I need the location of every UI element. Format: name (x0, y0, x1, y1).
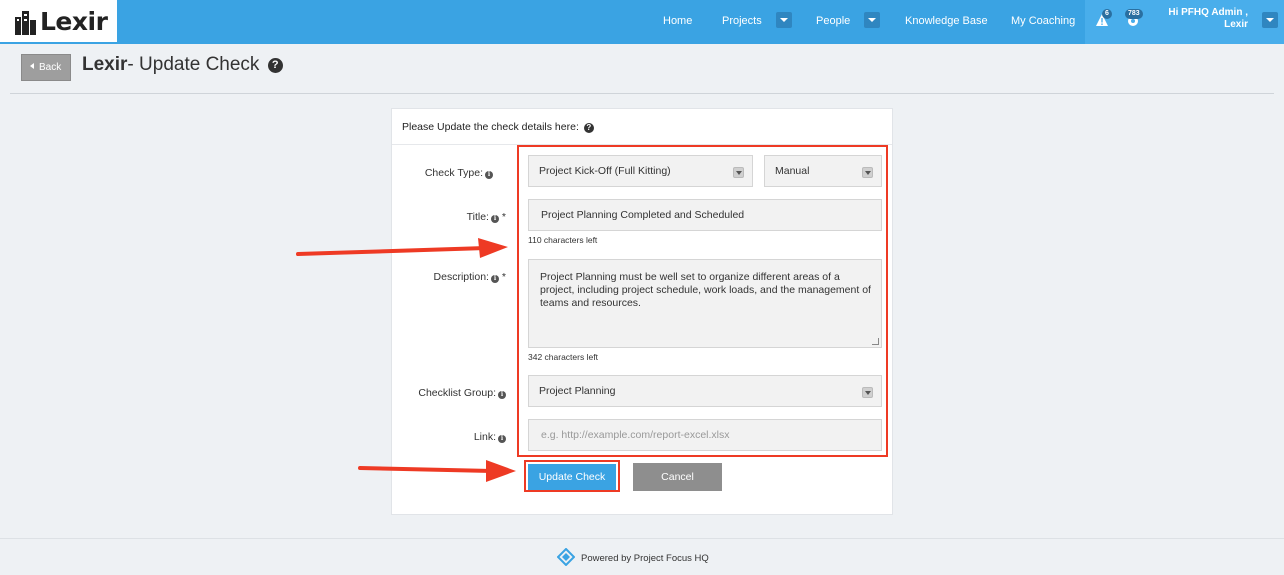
brand-name: Lexir (40, 7, 108, 36)
notifications-count-badge: 783 (1125, 9, 1143, 19)
info-icon[interactable]: i (485, 171, 493, 179)
annotation-highlight-box (517, 145, 888, 457)
help-question-icon[interactable]: ? (267, 58, 283, 73)
project-focus-logo-icon (557, 548, 575, 566)
checklist-group-label: Checklist Group: i (396, 387, 506, 399)
nav-knowledge-base[interactable]: Knowledge Base (905, 0, 988, 44)
title-label: Title: i * (466, 211, 506, 223)
alerts-count-badge: 6 (1102, 9, 1112, 19)
user-greeting-line2: Lexir (1224, 19, 1248, 30)
user-dropdown-toggle[interactable] (1262, 12, 1278, 28)
nav-people[interactable]: People (816, 0, 850, 44)
info-icon[interactable]: i (498, 391, 506, 399)
card-heading: Please Update the check details here: ? (392, 109, 892, 145)
back-button[interactable]: Back (21, 54, 71, 81)
cancel-button[interactable]: Cancel (633, 463, 722, 491)
check-type-label: Check Type: i (383, 167, 493, 179)
info-icon[interactable]: i (490, 215, 499, 223)
annotation-arrow-icon (296, 238, 508, 258)
header-divider (10, 93, 1274, 94)
heading-help-icon[interactable]: ? (583, 123, 594, 133)
info-icon[interactable]: i (490, 275, 499, 283)
user-area: 6 783 Hi PFHQ Admin , Lexir (1085, 0, 1284, 44)
info-icon[interactable]: i (498, 435, 506, 443)
annotation-button-highlight (524, 460, 620, 492)
back-arrow-icon (30, 63, 34, 69)
top-navbar: Lexir Home Projects People Knowledge Bas… (0, 0, 1284, 44)
link-label: Link: i (396, 431, 506, 443)
annotation-arrow-icon (358, 460, 516, 482)
nav-my-coaching[interactable]: My Coaching (1011, 0, 1075, 44)
projects-dropdown-toggle[interactable] (776, 12, 792, 28)
footer-divider (0, 538, 1284, 539)
people-dropdown-toggle[interactable] (864, 12, 880, 28)
page-title: Lexir- Update Check ? (82, 54, 283, 76)
footer-powered-by: Powered by Project Focus HQ (581, 553, 709, 564)
description-label: Description: i * (433, 271, 506, 283)
nav-home[interactable]: Home (663, 0, 692, 44)
brand-logo[interactable]: Lexir (0, 0, 117, 44)
building-logo-icon (15, 11, 36, 35)
user-greeting[interactable]: Hi PFHQ Admin , Lexir (1168, 7, 1248, 31)
user-greeting-line1: Hi PFHQ Admin , (1168, 7, 1248, 18)
nav-projects[interactable]: Projects (722, 0, 762, 44)
